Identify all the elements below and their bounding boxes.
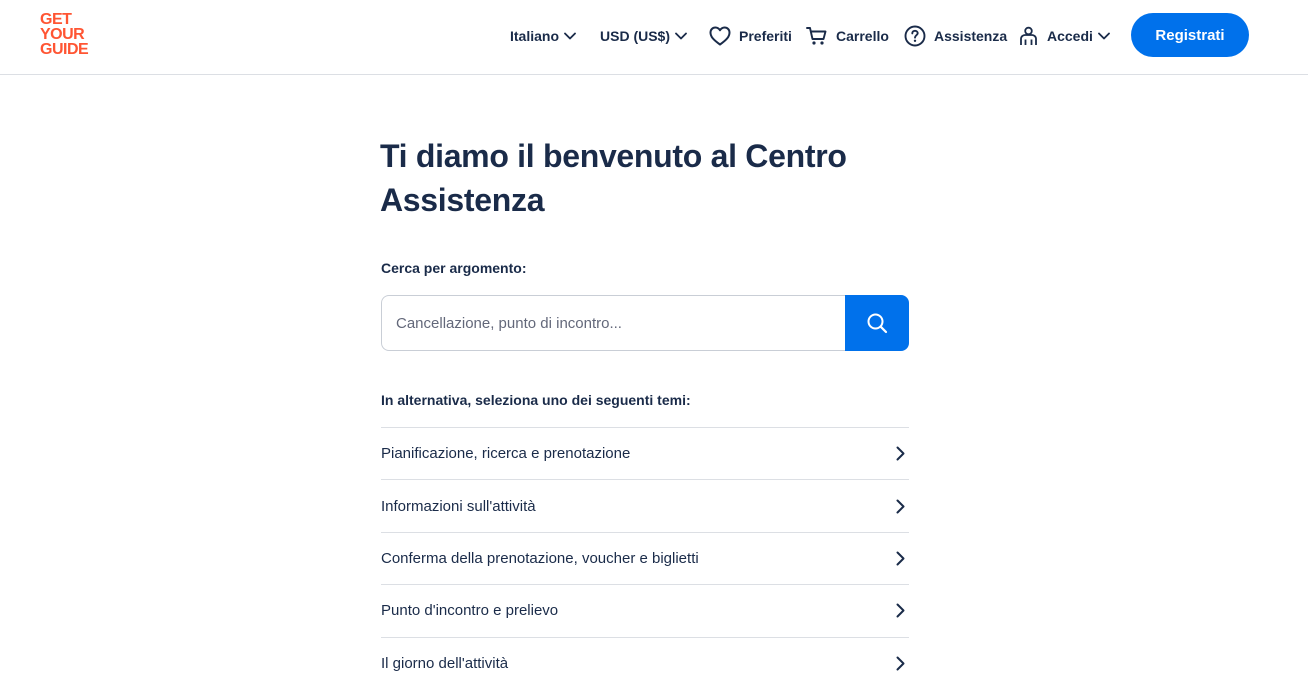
cart-link[interactable]: Carrello: [806, 20, 889, 52]
topic-item-planning[interactable]: Pianificazione, ricerca e prenotazione: [381, 427, 909, 479]
chevron-down-icon: [1098, 32, 1110, 40]
page-title: Ti diamo il benvenuto al Centro Assisten…: [380, 138, 847, 218]
heart-icon: [709, 26, 731, 46]
search-input[interactable]: [381, 295, 845, 351]
cart-icon: [806, 27, 827, 45]
register-button[interactable]: Registrati: [1131, 13, 1249, 57]
login-label: Accedi: [1047, 28, 1093, 44]
topics-list: Pianificazione, ricerca e prenotazione I…: [381, 427, 909, 685]
chevron-down-icon: [675, 32, 687, 40]
cart-label: Carrello: [836, 28, 889, 44]
chevron-right-icon: [896, 446, 905, 461]
logo-line-3: GUIDE: [40, 41, 89, 58]
chevron-right-icon: [896, 499, 905, 514]
search-label: Cerca per argomento:: [381, 260, 527, 276]
chevron-right-icon: [896, 603, 905, 618]
topics-intro-label: In alternativa, seleziona uno dei seguen…: [381, 392, 691, 408]
currency-selector[interactable]: USD (US$): [600, 20, 687, 52]
topic-item-activity-info[interactable]: Informazioni sull'attività: [381, 479, 909, 531]
currency-label: USD (US$): [600, 28, 671, 44]
top-header: GET YOUR GUIDE Italiano USD (US$) Prefer…: [0, 0, 1308, 75]
chevron-right-icon: [896, 551, 905, 566]
login-menu[interactable]: Accedi: [1018, 20, 1110, 52]
topic-label: Pianificazione, ricerca e prenotazione: [381, 445, 631, 463]
question-circle-icon: [904, 25, 926, 47]
topic-label: Punto d'incontro e prelievo: [381, 602, 559, 620]
help-link[interactable]: Assistenza: [904, 20, 1007, 52]
user-group-icon: [1020, 26, 1037, 45]
chevron-right-icon: [896, 656, 905, 671]
help-label: Assistenza: [934, 28, 1008, 44]
topic-item-meeting-point[interactable]: Punto d'incontro e prelievo: [381, 584, 909, 636]
logo-line-1: GET: [40, 11, 72, 28]
chevron-down-icon: [564, 32, 576, 40]
search-icon: [867, 313, 888, 334]
language-label: Italiano: [510, 28, 560, 44]
language-selector[interactable]: Italiano: [510, 20, 576, 52]
topic-label: Il giorno dell'attività: [381, 654, 509, 672]
topic-label: Conferma della prenotazione, voucher e b…: [381, 549, 699, 567]
favorites-link[interactable]: Preferiti: [709, 20, 792, 52]
topic-item-booking-confirmation[interactable]: Conferma della prenotazione, voucher e b…: [381, 531, 909, 584]
search-bar: [381, 295, 909, 351]
topic-item-activity-day[interactable]: Il giorno dell'attività: [381, 636, 909, 685]
search-button[interactable]: [845, 295, 909, 351]
favorites-label: Preferiti: [739, 28, 792, 44]
topic-label: Informazioni sull'attività: [381, 497, 536, 515]
logo-line-2: YOUR: [40, 26, 85, 43]
getyourguide-logo[interactable]: GET YOUR GUIDE: [40, 11, 100, 58]
